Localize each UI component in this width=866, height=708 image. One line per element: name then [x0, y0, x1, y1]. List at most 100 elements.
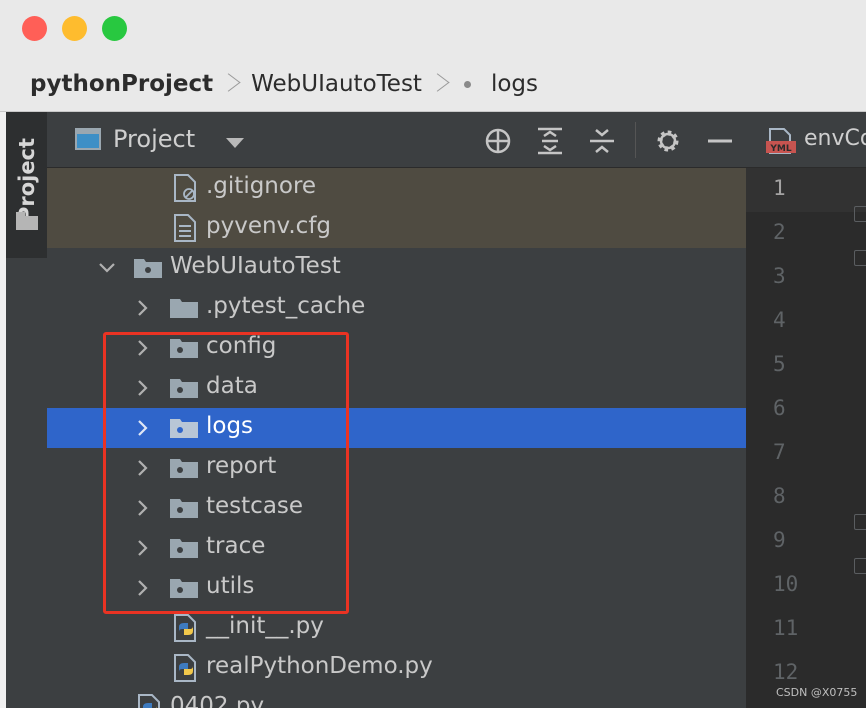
- folder-dot-icon: [463, 80, 471, 88]
- tree-label: testcase: [206, 493, 304, 519]
- project-view-icon: [75, 128, 101, 150]
- editor-line[interactable]: 10: [746, 558, 866, 608]
- chevron-right-icon[interactable]: [133, 378, 153, 398]
- breadcrumb-item-webuiautotest[interactable]: WebUIautoTest: [251, 71, 422, 97]
- panel-header: Project: [47, 112, 746, 168]
- tree-label: .gitignore: [206, 173, 317, 199]
- folder-icon: [170, 299, 198, 318]
- folder-icon: [170, 499, 198, 518]
- watermark: CSDN @X0755: [776, 686, 858, 699]
- chevron-right-icon[interactable]: [133, 298, 153, 318]
- minimize-icon[interactable]: [705, 126, 735, 156]
- line-number: 9: [773, 528, 786, 552]
- folder-icon: [170, 379, 198, 398]
- expand-all-icon[interactable]: [535, 126, 565, 156]
- chevron-right-icon[interactable]: [133, 458, 153, 478]
- fold-marker-icon[interactable]: [854, 206, 866, 222]
- folder-icon: [170, 419, 198, 438]
- close-window-button[interactable]: [22, 16, 47, 41]
- tree-label: realPythonDemo.py: [206, 653, 433, 679]
- tree-label: trace: [206, 533, 266, 559]
- gitignore-icon: [174, 174, 196, 202]
- editor-line[interactable]: 4: [746, 300, 866, 344]
- fold-marker-icon[interactable]: [854, 558, 866, 574]
- tree-row-gitignore[interactable]: .gitignore: [47, 168, 746, 208]
- editor-line[interactable]: 8: [746, 476, 866, 520]
- folder-icon: [170, 539, 198, 558]
- tree-row-init[interactable]: __init__.py: [47, 608, 746, 648]
- yml-file-icon: YML: [766, 128, 796, 154]
- breadcrumb: pythonProject WebUIautoTest logs: [30, 66, 538, 102]
- gear-icon[interactable]: [653, 126, 683, 156]
- zoom-window-button[interactable]: [102, 16, 127, 41]
- tree-row-data[interactable]: data: [47, 368, 746, 408]
- view-selector-chevron-down-icon[interactable]: [226, 138, 244, 148]
- tree-row-config[interactable]: config: [47, 328, 746, 368]
- breadcrumb-separator-icon: [434, 69, 446, 99]
- tree-row-webuiautotest[interactable]: WebUIautoTest: [47, 248, 746, 288]
- line-number: 11: [773, 616, 799, 640]
- python-file-icon: [174, 614, 196, 642]
- editor-line[interactable]: 5: [746, 344, 866, 388]
- tree-row-report[interactable]: report: [47, 448, 746, 488]
- project-panel: Project .gitignore pyvenv.cfg WebUIautoT…: [47, 112, 746, 708]
- editor-line[interactable]: 7: [746, 432, 866, 476]
- chevron-right-icon[interactable]: [133, 538, 153, 558]
- tree-row-0402[interactable]: 0402.py: [47, 688, 746, 708]
- folder-icon: [134, 259, 162, 278]
- python-file-icon: [174, 654, 196, 682]
- tree-label: WebUIautoTest: [170, 253, 341, 279]
- line-number: 10: [773, 572, 799, 596]
- line-number: 8: [773, 484, 786, 508]
- tree-row-realpythondemo[interactable]: realPythonDemo.py: [47, 648, 746, 688]
- tree-label: __init__.py: [206, 613, 324, 639]
- tree-label: 0402.py: [170, 693, 265, 708]
- editor-tab-title[interactable]: envCo: [804, 126, 866, 151]
- python-file-icon: [138, 694, 160, 708]
- tree-row-pytest-cache[interactable]: .pytest_cache: [47, 288, 746, 328]
- tree-label: config: [206, 333, 277, 359]
- line-number: 3: [773, 264, 786, 288]
- editor-line[interactable]: 2: [746, 206, 866, 256]
- project-tool-tab-label[interactable]: Project: [15, 138, 39, 222]
- chevron-down-icon[interactable]: [97, 258, 117, 278]
- tree-label: pyvenv.cfg: [206, 213, 332, 239]
- folder-icon: [170, 459, 198, 478]
- line-number: 12: [773, 660, 799, 684]
- tree-row-pyvenv[interactable]: pyvenv.cfg: [47, 208, 746, 248]
- tree-label: logs: [206, 413, 254, 439]
- breadcrumb-item-project[interactable]: pythonProject: [30, 71, 213, 97]
- editor-area: YML envCo 123456789101112: [746, 112, 866, 708]
- tree-label: utils: [206, 573, 255, 599]
- tree-label: data: [206, 373, 258, 399]
- tree-row-utils[interactable]: utils: [47, 568, 746, 608]
- fold-marker-icon[interactable]: [854, 250, 866, 266]
- breadcrumb-item-logs[interactable]: logs: [491, 71, 538, 97]
- chevron-right-icon[interactable]: [133, 338, 153, 358]
- folder-icon: [170, 579, 198, 598]
- tree-label: report: [206, 453, 277, 479]
- chevron-right-icon[interactable]: [133, 578, 153, 598]
- line-number: 2: [773, 220, 786, 244]
- locate-icon[interactable]: [483, 126, 513, 156]
- file-icon: [174, 214, 196, 242]
- tree-row-testcase[interactable]: testcase: [47, 488, 746, 528]
- tree-row-logs[interactable]: logs: [47, 408, 746, 448]
- editor-line[interactable]: 11: [746, 608, 866, 652]
- editor-line[interactable]: 9: [746, 514, 866, 564]
- toolbar-divider: [635, 122, 636, 158]
- chevron-right-icon[interactable]: [133, 498, 153, 518]
- fold-marker-icon[interactable]: [854, 514, 866, 530]
- editor-line[interactable]: 6: [746, 388, 866, 432]
- folder-icon: [170, 339, 198, 358]
- tree-row-trace[interactable]: trace: [47, 528, 746, 568]
- chevron-right-icon[interactable]: [133, 418, 153, 438]
- editor-tab-bar: YML envCo: [746, 112, 866, 168]
- tree-label: .pytest_cache: [206, 293, 366, 319]
- collapse-all-icon[interactable]: [587, 126, 617, 156]
- editor-line[interactable]: 1: [746, 168, 866, 212]
- panel-title[interactable]: Project: [113, 125, 195, 153]
- yml-icon-text: YML: [769, 144, 791, 154]
- minimize-window-button[interactable]: [62, 16, 87, 41]
- editor-line[interactable]: 3: [746, 250, 866, 300]
